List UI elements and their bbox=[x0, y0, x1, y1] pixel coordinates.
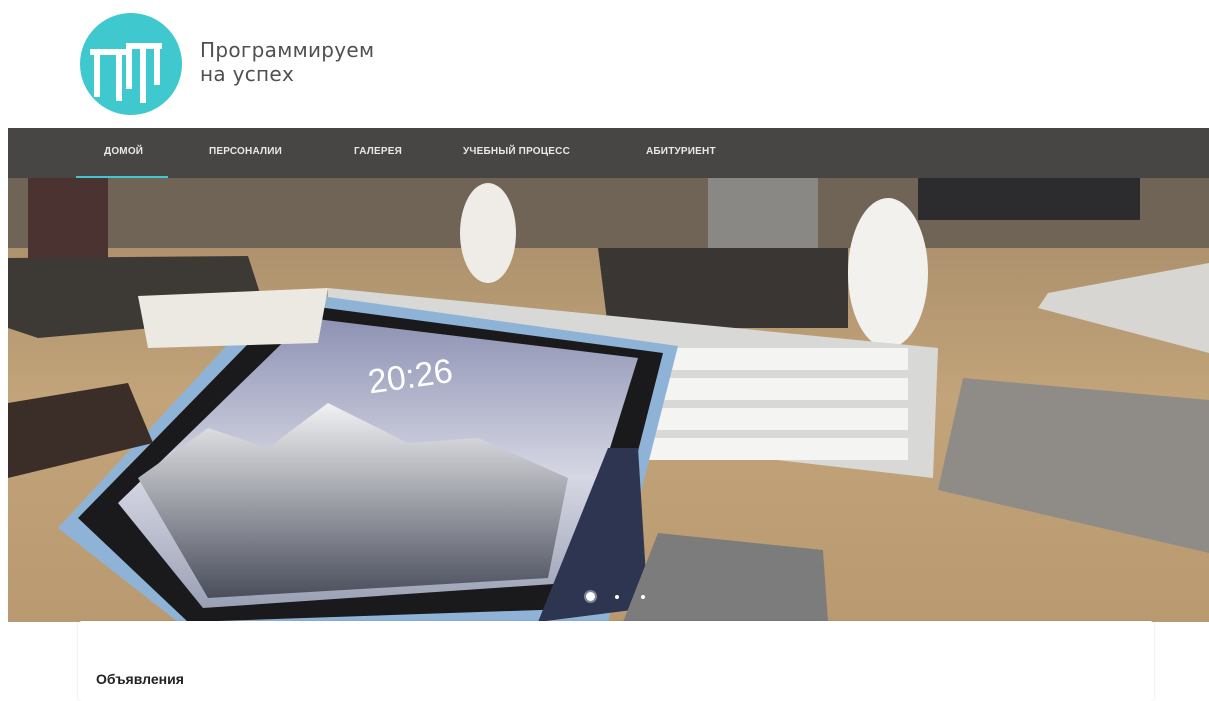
announcements-panel: Объявления bbox=[78, 621, 1154, 701]
statue-right bbox=[848, 198, 928, 348]
nav-item-gallery[interactable]: ГАЛЕРЕЯ bbox=[354, 128, 402, 178]
statue-left bbox=[460, 183, 516, 283]
hero-slide-image: 20:26 bbox=[8, 178, 1209, 622]
announcements-title: Объявления bbox=[96, 671, 184, 687]
main-navigation: ДОМОЙ ПЕРСОНАЛИИ ГАЛЕРЕЯ УЧЕБНЫЙ ПРОЦЕСС… bbox=[8, 128, 1209, 178]
site-header: Программируем на успех bbox=[0, 0, 1209, 128]
site-logo[interactable] bbox=[80, 13, 182, 115]
paper-sheet bbox=[138, 288, 328, 348]
nav-item-study-process[interactable]: УЧЕБНЫЙ ПРОЦЕСС bbox=[463, 128, 570, 178]
nav-item-people[interactable]: ПЕРСОНАЛИИ bbox=[209, 128, 282, 178]
monitor bbox=[918, 178, 1140, 220]
nav-item-applicant[interactable]: АБИТУРИЕНТ bbox=[646, 128, 716, 178]
site-tagline: Программируем на успех bbox=[200, 38, 374, 86]
nav-item-home[interactable]: ДОМОЙ bbox=[75, 128, 169, 178]
keyboard-tablet-dark bbox=[598, 248, 848, 328]
slider-dot-2[interactable] bbox=[615, 595, 619, 599]
slider-dot-1[interactable] bbox=[586, 592, 595, 601]
tagline-line-1: Программируем bbox=[200, 38, 375, 62]
hero-slider[interactable]: 20:26 bbox=[8, 178, 1209, 622]
slider-dot-3[interactable] bbox=[641, 595, 645, 599]
tagline-line-2: на успех bbox=[200, 62, 295, 86]
pit-logo-icon bbox=[90, 43, 162, 103]
